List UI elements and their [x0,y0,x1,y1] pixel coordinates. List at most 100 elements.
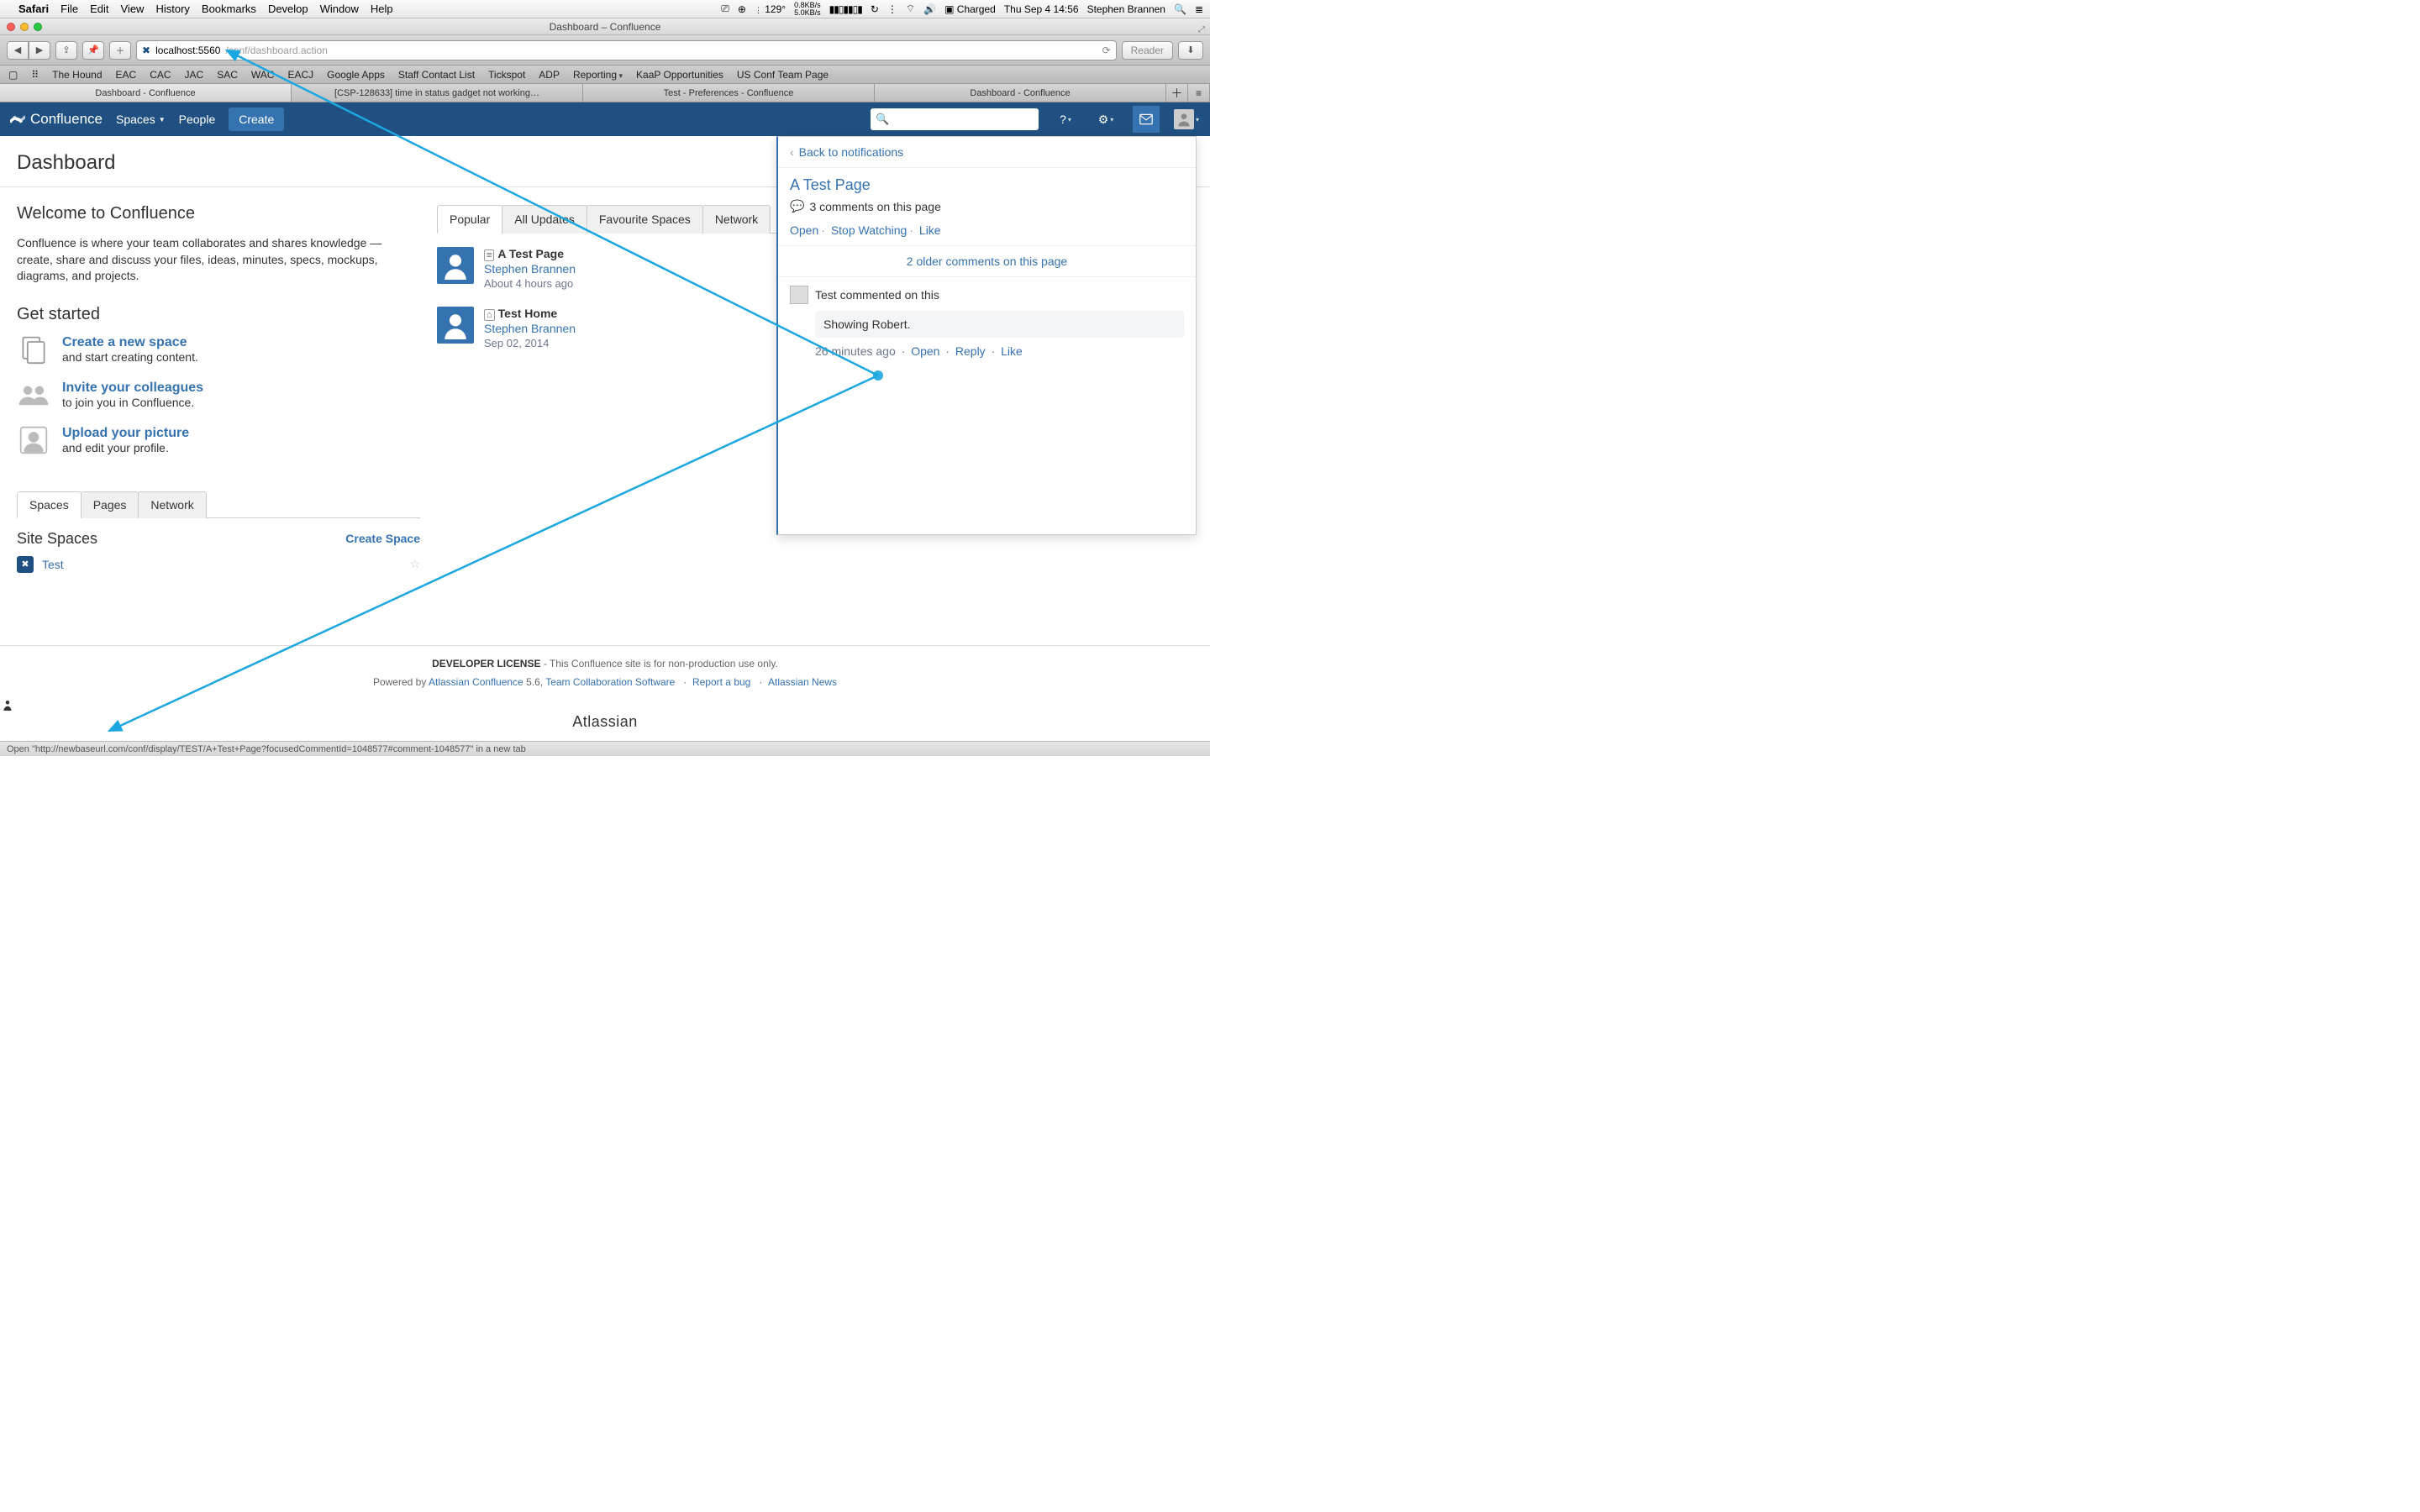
bookmark-eac[interactable]: EAC [116,69,137,81]
status-bar: Open "http://newbaseurl.com/conf/display… [0,741,1210,756]
share-button[interactable]: ⇪ [55,41,77,60]
menu-develop[interactable]: Develop [268,3,308,15]
notif-page-title[interactable]: A Test Page [790,176,1184,194]
reload-button[interactable]: ⟳ [1102,45,1111,56]
space-link-test[interactable]: Test [42,558,401,571]
back-to-notifications[interactable]: ‹ Back to notifications [778,137,1196,168]
feed-author[interactable]: Stephen Brannen [484,262,576,276]
bookmark-the-hound[interactable]: The Hound [52,69,102,81]
back-button[interactable]: ◀ [7,41,29,60]
feed-tab-network[interactable]: Network [702,205,771,234]
footer-confluence-link[interactable]: Atlassian Confluence [429,676,523,688]
tab-overflow-button[interactable]: ≡ [1188,84,1210,102]
menu-edit[interactable]: Edit [90,3,108,15]
get-started-invite: Invite your colleaguesto join you in Con… [17,378,420,412]
menu-help[interactable]: Help [371,3,393,15]
older-comments-link[interactable]: 2 older comments on this page [907,255,1067,268]
reader-button[interactable]: Reader [1122,41,1173,60]
browser-tab-3[interactable]: Dashboard - Confluence [875,84,1166,102]
invite-link[interactable]: Invite your colleagues [62,381,203,396]
bookmark-eacj[interactable]: EACJ [287,69,313,81]
browser-tab-1[interactable]: [CSP-128633] time in status gadget not w… [292,84,583,102]
create-space-action[interactable]: Create Space [345,532,420,545]
accessibility-icon[interactable]: ⊕ [738,3,746,15]
comment-reply[interactable]: Reply [955,344,986,358]
battery-icon[interactable]: ▣ Charged [944,3,996,15]
bookmark-jac[interactable]: JAC [185,69,204,81]
quick-search-input[interactable] [889,113,1040,127]
notif-stop-watching[interactable]: Stop Watching [831,223,908,237]
feed-tab-all-updates[interactable]: All Updates [502,205,587,234]
screen-icon[interactable]: ⎚ [721,3,729,15]
menu-window[interactable]: Window [320,3,359,15]
lower-tab-network[interactable]: Network [138,491,206,518]
menu-view[interactable]: View [121,3,145,15]
favourite-star-icon[interactable]: ☆ [409,557,420,571]
thumbtack-button[interactable]: 📌 [82,41,104,60]
bookmark-reporting[interactable]: Reporting [573,69,623,81]
atlassian-logo[interactable]: Atlassian [0,698,1210,731]
wifi-icon[interactable]: ⌔ [906,3,915,15]
avatar-icon [790,286,808,304]
feed-tab-favourite-spaces[interactable]: Favourite Spaces [587,205,703,234]
nav-spaces[interactable]: Spaces▼ [116,113,166,126]
bookmark-sac[interactable]: SAC [217,69,238,81]
zoom-window-button[interactable] [34,23,42,31]
topsites-icon[interactable]: ⠿ [31,69,39,81]
comment-open[interactable]: Open [911,344,939,358]
spotlight-icon[interactable]: 🔍 [1174,3,1186,15]
notif-like[interactable]: Like [919,223,941,237]
bookmark-wac[interactable]: WAC [251,69,275,81]
bookmark-adp[interactable]: ADP [539,69,560,81]
browser-tab-2[interactable]: Test - Preferences - Confluence [583,84,875,102]
admin-menu[interactable]: ⚙ [1092,106,1119,133]
add-bookmark-button[interactable]: ＋ [109,41,131,60]
app-name[interactable]: Safari [18,3,49,15]
upload-picture-link[interactable]: Upload your picture [62,426,189,441]
downloads-button[interactable]: ⬇ [1178,41,1203,60]
bookmark-kaap[interactable]: KaaP Opportunities [636,69,723,81]
notifications-button[interactable] [1133,106,1160,133]
clock[interactable]: Thu Sep 4 14:56 [1004,3,1079,15]
bookmark-staff-contact[interactable]: Staff Contact List [398,69,475,81]
nav-people[interactable]: People [179,113,216,126]
footer-team-link[interactable]: Team Collaboration Software [545,676,675,688]
bookmark-google-apps[interactable]: Google Apps [327,69,385,81]
minimize-window-button[interactable] [20,23,29,31]
reading-list-icon[interactable]: ▢ [8,69,18,81]
lower-tab-pages[interactable]: Pages [81,491,139,518]
feed-title[interactable]: A Test Page [497,247,564,260]
notification-center-icon[interactable]: ≣ [1195,3,1203,15]
create-button[interactable]: Create [229,108,284,131]
notif-open[interactable]: Open [790,223,818,237]
menu-file[interactable]: File [60,3,78,15]
profile-menu[interactable] [1173,106,1200,133]
bookmark-us-conf[interactable]: US Conf Team Page [737,69,829,81]
user-name[interactable]: Stephen Brannen [1087,3,1165,15]
menu-extras[interactable]: ▮▮▯▮▮▯▮ [829,3,862,15]
volume-icon[interactable]: 🔊 [923,3,936,15]
feed-author[interactable]: Stephen Brannen [484,322,576,335]
footer-report-bug[interactable]: Report a bug [692,676,750,688]
help-menu[interactable]: ? [1052,106,1079,133]
address-bar[interactable]: ✖ localhost:5560/conf/dashboard.action ⟳ [136,40,1117,60]
feed-title[interactable]: Test Home [498,307,558,320]
new-tab-button[interactable]: ＋ [1166,84,1188,102]
bluetooth-icon[interactable]: ⋮ [887,3,897,15]
time-machine-icon[interactable]: ↻ [871,3,879,15]
quick-search[interactable]: 🔍 [871,108,1039,130]
comment-like[interactable]: Like [1001,344,1023,358]
browser-tab-0[interactable]: Dashboard - Confluence [0,84,292,102]
forward-button[interactable]: ▶ [29,41,50,60]
feed-tab-popular[interactable]: Popular [437,205,502,234]
bookmark-tickspot[interactable]: Tickspot [488,69,525,81]
confluence-logo[interactable]: Confluence [10,111,103,128]
close-window-button[interactable] [7,23,15,31]
footer-news[interactable]: Atlassian News [768,676,837,688]
menu-history[interactable]: History [155,3,189,15]
bookmark-cac[interactable]: CAC [150,69,171,81]
create-space-link[interactable]: Create a new space [62,335,198,350]
lower-tab-spaces[interactable]: Spaces [17,491,82,518]
menu-bookmarks[interactable]: Bookmarks [202,3,256,15]
avatar-icon [437,307,474,344]
